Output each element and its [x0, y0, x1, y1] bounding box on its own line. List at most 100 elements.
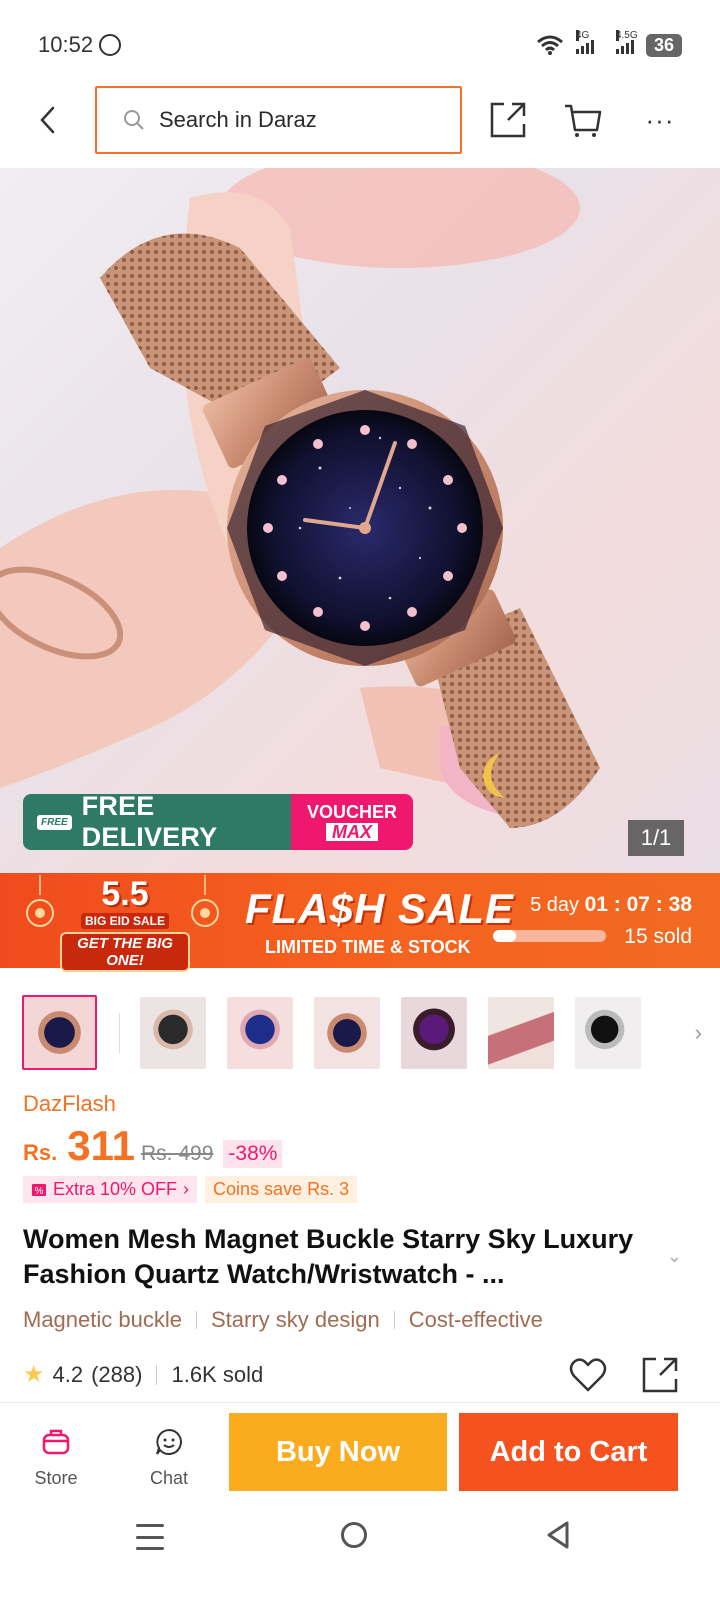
share-product-button[interactable] [640, 1355, 680, 1395]
eid-sale-tagline: GET THE BIG ONE! [60, 932, 190, 972]
chat-label: Chat [149, 1468, 189, 1488]
system-back-button[interactable] [545, 1520, 571, 1550]
original-price: Rs. 499 [141, 1142, 214, 1165]
wishlist-button[interactable] [568, 1355, 608, 1395]
buy-now-button[interactable]: Buy Now [229, 1413, 447, 1491]
flash-progress-fill [493, 930, 516, 942]
share-icon [642, 1357, 678, 1393]
feature-tag: Starry sky design [210, 1307, 380, 1332]
search-placeholder: Search in Daraz [159, 107, 317, 132]
flash-progress-bar [493, 930, 606, 942]
extra-off-label: Extra 10% OFF [53, 1179, 178, 1199]
feature-separator [393, 1311, 395, 1329]
voucher-max-label: MAX [326, 823, 378, 841]
battery-indicator: 36 [645, 33, 682, 57]
eid-sale-number: 5.5 [101, 875, 149, 913]
chat-button[interactable]: Chat [129, 1427, 209, 1489]
lantern-icon [26, 875, 54, 927]
thumbnail-3[interactable] [227, 996, 293, 1069]
eid-sale-subtitle: BIG EID SALE [80, 913, 169, 929]
add-to-cart-button[interactable]: Add to Cart [459, 1413, 678, 1491]
rating-row[interactable]: ★ 4.2 (288) 1.6K sold [23, 1360, 263, 1389]
rating-value: 4.2 [52, 1361, 84, 1387]
image-counter: 1/1 [628, 820, 684, 856]
flash-sale-banner[interactable]: 5.5 BIG EID SALE GET THE BIG ONE! FLA$H … [0, 873, 720, 972]
thumbnail-6[interactable] [488, 996, 554, 1069]
back-button[interactable] [30, 100, 66, 140]
share-icon [490, 102, 526, 138]
top-navigation: Search in Daraz ··· [0, 86, 720, 154]
extra-off-promo[interactable]: % Extra 10% OFF › [23, 1176, 198, 1203]
discount-badge: -38% [223, 1140, 283, 1168]
svg-text:%: % [35, 1186, 44, 1197]
voucher-icon: % [32, 1183, 46, 1197]
status-icons: 4G 4.5G 36 [536, 30, 682, 57]
chevron-right-icon: › [183, 1179, 190, 1199]
countdown-days: 5 day [530, 894, 580, 916]
menu-line [136, 1535, 164, 1539]
voucher-label: VOUCHER [306, 802, 397, 822]
network-label-1: 4G [575, 30, 590, 41]
flash-countdown: 5 day 01 : 07 : 38 [530, 893, 692, 917]
search-input[interactable]: Search in Daraz [95, 86, 462, 154]
signal-icon-1: 4G [575, 30, 594, 54]
home-button[interactable] [341, 1522, 367, 1548]
share-button[interactable] [488, 100, 528, 140]
bottom-action-bar: Store Chat Buy Now Add to Cart [0, 1402, 720, 1502]
countdown-time: 01 : 07 : 38 [584, 893, 692, 916]
sold-count: 1.6K sold [171, 1361, 264, 1387]
promo-row: % Extra 10% OFF › Coins save Rs. 3 [23, 1176, 358, 1203]
signal-icon-2: 4.5G [615, 30, 638, 54]
eid-sale-logo: 5.5 BIG EID SALE GET THE BIG ONE! [60, 877, 190, 972]
system-navigation-bar [0, 1502, 720, 1600]
feature-tags: Magnetic buckle Starry sky design Cost-e… [23, 1307, 543, 1333]
thumbnail-7[interactable] [575, 996, 641, 1069]
thumbnail-5[interactable] [401, 996, 467, 1069]
voucher-max-badge: VOUCHER MAX [291, 794, 413, 850]
coins-promo[interactable]: Coins save Rs. 3 [205, 1176, 358, 1203]
wifi-icon [537, 35, 563, 55]
heart-icon [569, 1358, 607, 1392]
menu-line [136, 1547, 164, 1550]
truck-icon: FREE [37, 814, 72, 830]
search-icon [124, 110, 144, 130]
thumbnail-2[interactable] [140, 996, 206, 1069]
status-time-group: 10:52 [38, 32, 122, 58]
cart-icon [565, 104, 602, 137]
price-row: Rs. 311 Rs. 499 -38% [23, 1122, 283, 1170]
store-label: Store [34, 1468, 78, 1488]
thumbnail-divider [119, 1012, 120, 1053]
lantern-icon [191, 875, 219, 927]
recent-apps-button[interactable] [136, 1524, 164, 1550]
store-button[interactable]: Store [16, 1427, 96, 1489]
product-image-carousel[interactable]: FREE FREE DELIVERY VOUCHER MAX 1/1 [0, 168, 720, 873]
more-options-button[interactable]: ··· [640, 100, 680, 140]
store-icon [42, 1429, 70, 1455]
thumbnail-strip: › [22, 995, 702, 1070]
triangle-back-icon [547, 1521, 569, 1549]
network-label-2: 4.5G [615, 30, 638, 41]
flash-sale-subtitle: LIMITED TIME & STOCK [265, 937, 471, 957]
flash-sale-title: FLA$H SALE [245, 885, 515, 932]
status-bar: 10:52 4G 4.5G 36 [0, 0, 720, 90]
free-delivery-badge: FREE FREE DELIVERY [23, 794, 291, 850]
review-count: (288) [91, 1361, 143, 1387]
free-delivery-label: FREE DELIVERY [81, 794, 218, 850]
status-time: 10:52 [38, 32, 94, 57]
price-value: 311 [67, 1122, 136, 1169]
thumbnail-1[interactable] [22, 995, 97, 1070]
chevron-left-icon [40, 106, 55, 134]
promo-badges: FREE FREE DELIVERY VOUCHER MAX [23, 794, 413, 850]
thumbnail-4[interactable] [314, 996, 380, 1069]
chevron-right-icon[interactable]: › [695, 1020, 702, 1046]
feature-separator [195, 1311, 197, 1329]
flash-sold-count: 15 sold [624, 925, 692, 948]
expand-title-icon[interactable]: ⌄ [667, 1246, 682, 1267]
store-name[interactable]: DazFlash [23, 1091, 116, 1117]
rating-separator [156, 1364, 158, 1385]
cart-button[interactable] [563, 100, 603, 140]
menu-line [136, 1524, 164, 1527]
feature-tag: Cost-effective [408, 1307, 543, 1332]
product-title: Women Mesh Magnet Buckle Starry Sky Luxu… [23, 1224, 634, 1289]
chat-icon [156, 1428, 182, 1455]
